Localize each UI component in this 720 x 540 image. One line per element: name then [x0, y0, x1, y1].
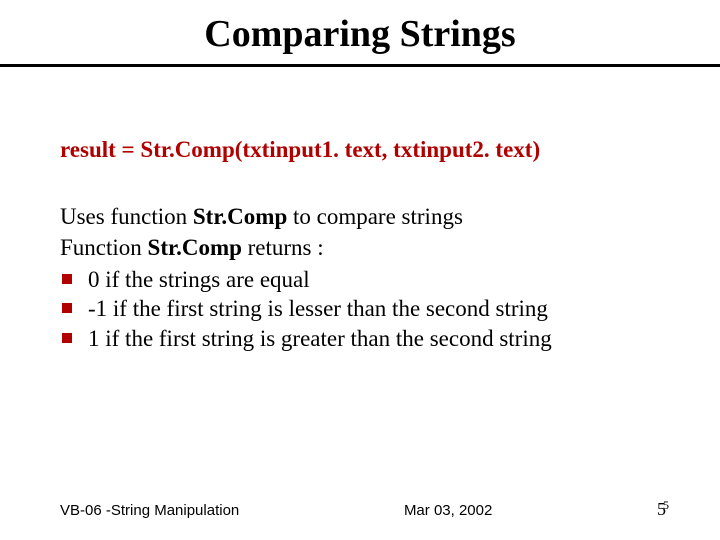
text: Function — [60, 235, 148, 260]
list-item-text: 1 if the first string is greater than th… — [88, 326, 552, 351]
page-sup: 5 — [663, 498, 669, 512]
function-name: Str.Comp — [148, 235, 242, 260]
text: Uses function — [60, 204, 193, 229]
bullet-icon — [62, 274, 72, 284]
footer-date: Mar 03, 2002 — [239, 502, 657, 519]
bullet-icon — [62, 303, 72, 313]
list-item: -1 if the first string is lesser than th… — [60, 294, 665, 324]
bullet-icon — [62, 333, 72, 343]
list-item: 1 if the first string is greater than th… — [60, 324, 665, 354]
slide-title: Comparing Strings — [0, 0, 720, 64]
slide: Comparing Strings result = Str.Comp(txti… — [0, 0, 720, 540]
description-line-1: Uses function Str.Comp to compare string… — [60, 203, 665, 232]
slide-body: result = Str.Comp(txtinput1. text, txtin… — [0, 67, 720, 354]
return-values-list: 0 if the strings are equal -1 if the fir… — [60, 265, 665, 355]
description-line-2: Function Str.Comp returns : — [60, 234, 665, 263]
text: returns : — [242, 235, 324, 260]
page-number: 55 — [657, 499, 672, 520]
list-item-text: -1 if the first string is lesser than th… — [88, 296, 548, 321]
code-example: result = Str.Comp(txtinput1. text, txtin… — [60, 137, 665, 163]
text: to compare strings — [287, 204, 463, 229]
footer-left: VB-06 -String Manipulation — [60, 502, 239, 519]
list-item-text: 0 if the strings are equal — [88, 267, 310, 292]
function-name: Str.Comp — [193, 204, 287, 229]
slide-footer: VB-06 -String Manipulation Mar 03, 2002 … — [0, 499, 720, 520]
list-item: 0 if the strings are equal — [60, 265, 665, 295]
